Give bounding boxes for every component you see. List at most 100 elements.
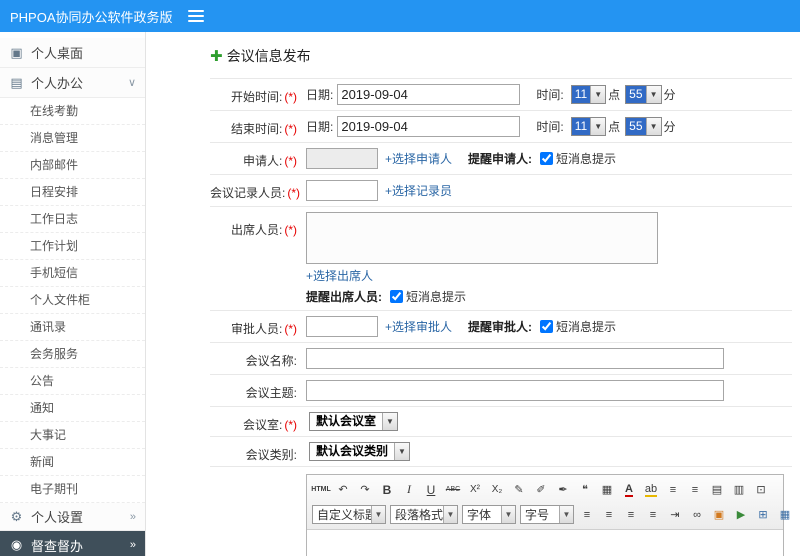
link-button[interactable]: ∞ xyxy=(687,504,707,525)
underline-button[interactable]: U xyxy=(421,479,441,500)
meeting-category-select[interactable]: 默认会议类别 ▼ xyxy=(309,442,411,461)
approver-sms-checkbox[interactable] xyxy=(540,320,554,333)
required-marker: (*) xyxy=(284,122,297,136)
chevron-down-icon: ∨ xyxy=(127,77,136,89)
start-hour-select[interactable]: 11 ▼ xyxy=(570,85,607,104)
pen-button[interactable]: ✒ xyxy=(553,479,573,500)
sidebar-item[interactable]: 工作计划 xyxy=(0,233,145,260)
sidebar-item[interactable]: 电子期刊 xyxy=(0,476,145,503)
dropdown-arrow-icon: ▼ xyxy=(371,506,385,523)
field-label: 审批人员: xyxy=(230,322,283,336)
form-row-meeting-category: 会议类别: 默认会议类别 ▼ xyxy=(210,436,792,466)
start-minute-select[interactable]: 55 ▼ xyxy=(625,85,662,104)
sidebar-item-label: 个人文件柜 xyxy=(30,293,91,307)
unordered-list-button[interactable]: ≡ xyxy=(685,479,705,500)
sidebar-item[interactable]: 会务服务 xyxy=(0,341,145,368)
date-label: 日期: xyxy=(306,120,334,134)
end-minute-select[interactable]: 55 ▼ xyxy=(625,117,662,136)
meeting-room-select[interactable]: 默认会议室 ▼ xyxy=(309,412,399,431)
sidebar-item[interactable]: 日程安排 xyxy=(0,179,145,206)
italic-button[interactable]: I xyxy=(399,479,419,500)
applicant-sms-checkbox[interactable] xyxy=(540,152,554,165)
font-family-select[interactable]: 字体 ▼ xyxy=(462,505,516,524)
highlight-color-button[interactable]: ab xyxy=(641,479,661,500)
choose-approver-link[interactable]: +选择审批人 xyxy=(385,318,452,335)
sidebar-item[interactable]: 在线考勤 xyxy=(0,98,145,125)
end-hour-select[interactable]: 11 ▼ xyxy=(570,117,607,136)
sidebar-section-office[interactable]: ▤ 个人办公 ∨ xyxy=(0,68,145,98)
editor-toolbar-row1: HTML ↶ ↷ B I U ABC X² X₂ ✎ ✐ ✒ ❝ ▦ A ab … xyxy=(310,477,780,502)
image-button[interactable]: ▣ xyxy=(709,504,729,525)
dropdown-arrow-icon: ▼ xyxy=(645,86,661,103)
plus-icon: ✚ xyxy=(210,48,223,65)
sidebar-item[interactable]: 通讯录 xyxy=(0,314,145,341)
sidebar-item[interactable]: 公告 xyxy=(0,368,145,395)
align-justify-button[interactable]: ≡ xyxy=(643,504,663,525)
redo-button[interactable]: ↷ xyxy=(355,479,375,500)
sidebar-item-label: 日程安排 xyxy=(30,185,79,199)
attendee-sms-checkbox[interactable] xyxy=(390,290,403,303)
sidebar-item[interactable]: 新闻 xyxy=(0,449,145,476)
form-row-applicant: 申请人: (*) +选择申请人 提醒申请人: 短消息提示 xyxy=(210,142,792,174)
format-painter-button[interactable]: ✐ xyxy=(531,479,551,500)
sidebar-item-label: 公告 xyxy=(30,374,55,388)
table-button[interactable]: ⊞ xyxy=(753,504,773,525)
dropdown-arrow-icon: ▼ xyxy=(501,506,515,523)
field-label: 会议室: xyxy=(242,418,283,432)
superscript-button[interactable]: X² xyxy=(465,479,485,500)
remove-format-button[interactable]: ✎ xyxy=(509,479,529,500)
hamburger-menu-icon[interactable] xyxy=(188,10,204,22)
applicant-input[interactable] xyxy=(306,148,378,169)
end-date-input[interactable] xyxy=(337,116,521,137)
subscript-button[interactable]: X₂ xyxy=(487,479,507,500)
dropdown-arrow-icon: ▼ xyxy=(394,443,410,460)
choose-applicant-link[interactable]: +选择申请人 xyxy=(385,150,452,167)
fullscreen-button[interactable]: ⊡ xyxy=(751,479,771,500)
media-button[interactable]: ▶ xyxy=(731,504,751,525)
meeting-name-input[interactable] xyxy=(306,348,724,369)
editor-content-area[interactable] xyxy=(307,530,783,556)
attendees-textarea[interactable] xyxy=(306,212,658,264)
sidebar-item[interactable]: 内部邮件 xyxy=(0,152,145,179)
sidebar-item[interactable]: 消息管理 xyxy=(0,125,145,152)
sidebar-item[interactable]: 大事记 xyxy=(0,422,145,449)
sidebar-item[interactable]: 通知 xyxy=(0,395,145,422)
paragraph-format-select[interactable]: 段落格式 ▼ xyxy=(390,505,458,524)
start-date-input[interactable] xyxy=(337,84,521,105)
hour-unit-label: 点 xyxy=(608,88,621,102)
meeting-subject-input[interactable] xyxy=(306,380,724,401)
field-label: 会议记录人员: xyxy=(210,186,286,200)
choose-attendee-link[interactable]: +选择出席人 xyxy=(306,269,373,283)
page-button[interactable]: ▤ xyxy=(707,479,727,500)
minute-unit-label: 分 xyxy=(663,120,676,134)
sidebar-item[interactable]: 个人文件柜 xyxy=(0,287,145,314)
font-size-select[interactable]: 字号 ▼ xyxy=(520,505,574,524)
sidebar-section-settings[interactable]: ⚙ 个人设置 » xyxy=(0,503,145,531)
sidebar-section-desktop[interactable]: ▣ 个人桌面 xyxy=(0,38,145,68)
undo-button[interactable]: ↶ xyxy=(333,479,353,500)
sidebar-section-supervise[interactable]: ◉ 督查督办 » xyxy=(0,531,145,556)
align-left-button[interactable]: ≡ xyxy=(577,504,597,525)
recorder-input[interactable] xyxy=(306,180,378,201)
html-source-button[interactable]: HTML xyxy=(311,479,331,500)
sidebar-item-label: 手机短信 xyxy=(30,266,79,280)
ordered-list-button[interactable]: ≡ xyxy=(663,479,683,500)
sidebar-item[interactable]: 工作日志 xyxy=(0,206,145,233)
insert-date-button[interactable]: ▦ xyxy=(597,479,617,500)
sidebar-section-label: 个人桌面 xyxy=(31,46,84,61)
dropdown-arrow-icon: ▼ xyxy=(590,118,606,135)
minute-unit-label: 分 xyxy=(663,88,676,102)
align-right-button[interactable]: ≡ xyxy=(621,504,641,525)
bold-button[interactable]: B xyxy=(377,479,397,500)
grid-button[interactable]: ▦ xyxy=(775,504,795,525)
approver-input[interactable] xyxy=(306,316,378,337)
sidebar-item[interactable]: 手机短信 xyxy=(0,260,145,287)
indent-button[interactable]: ⇥ xyxy=(665,504,685,525)
choose-recorder-link[interactable]: +选择记录员 xyxy=(385,182,452,199)
strikethrough-button[interactable]: ABC xyxy=(443,479,463,500)
blockquote-button[interactable]: ❝ xyxy=(575,479,595,500)
align-center-button[interactable]: ≡ xyxy=(599,504,619,525)
document-button[interactable]: ▥ xyxy=(729,479,749,500)
custom-title-select[interactable]: 自定义标题 ▼ xyxy=(312,505,386,524)
font-color-button[interactable]: A xyxy=(619,479,639,500)
